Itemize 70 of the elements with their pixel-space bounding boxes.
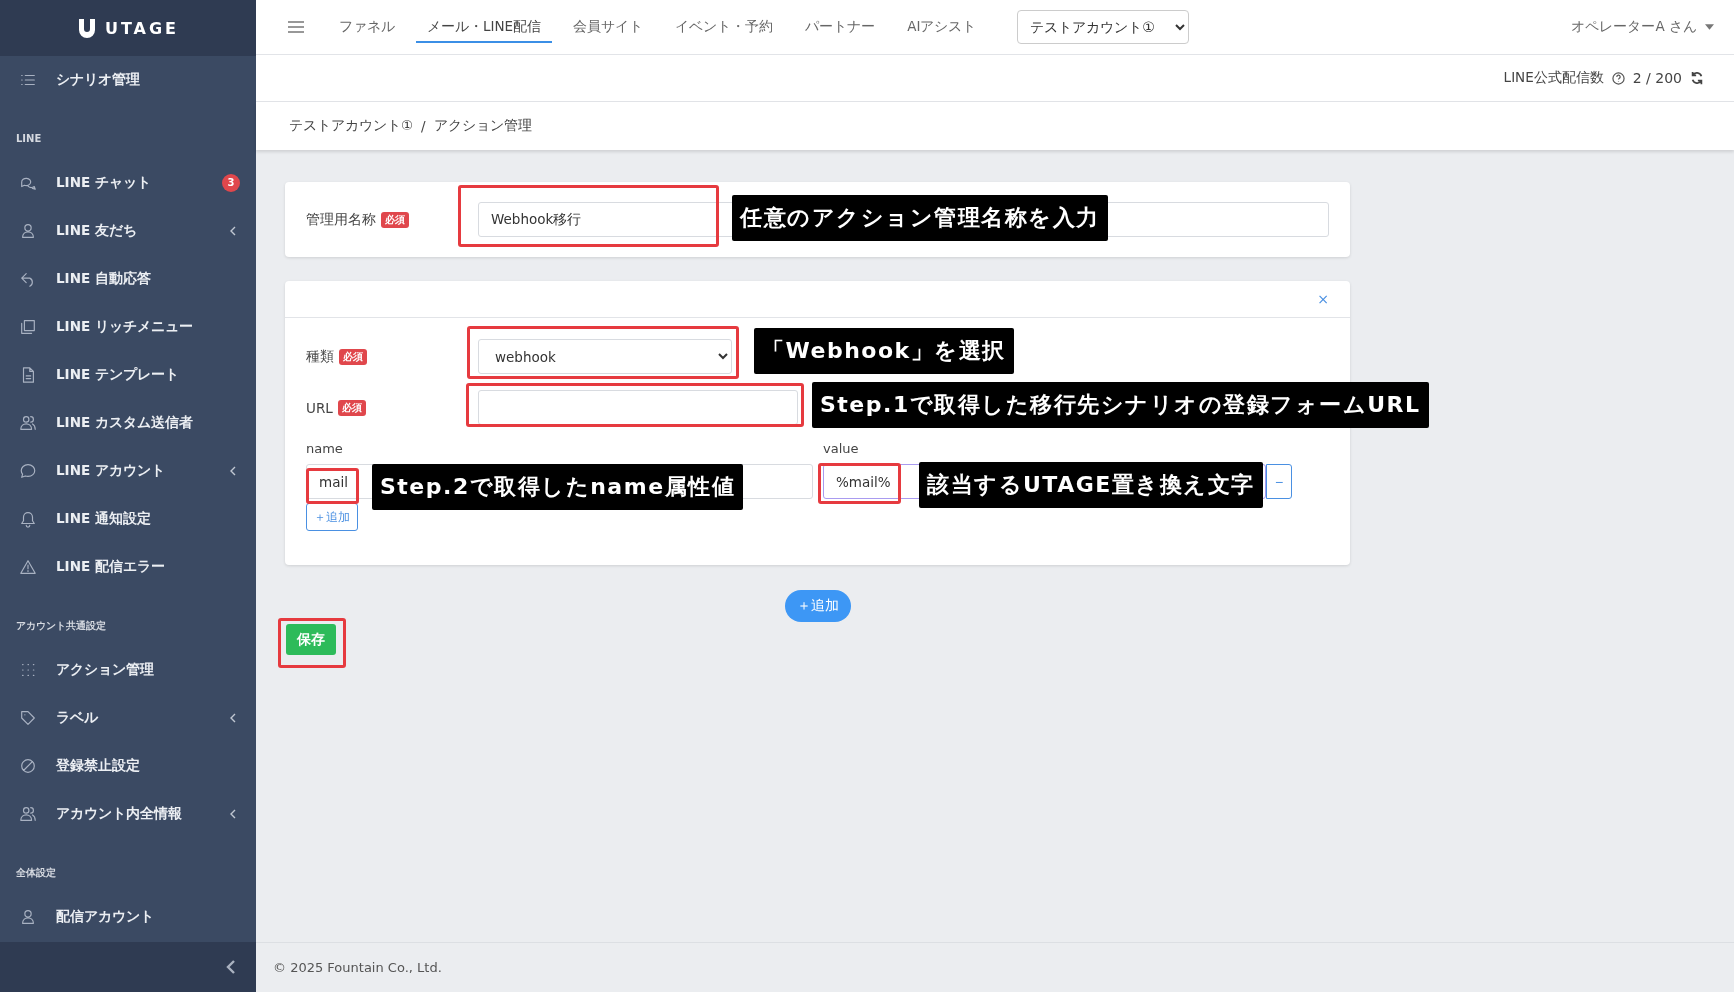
menu-icon	[19, 908, 37, 926]
highlight-frame	[306, 468, 359, 504]
menu-icon[interactable]	[288, 21, 304, 33]
delivery-count: 2 / 200	[1632, 70, 1682, 86]
sidebar-item[interactable]: LINE テンプレート	[0, 351, 256, 399]
column-label: value	[823, 441, 860, 456]
menu-icon	[19, 661, 37, 679]
annotation-tooltip: Step.2で取得したname属性値	[372, 464, 744, 510]
url-input[interactable]	[478, 390, 798, 425]
menu-icon	[19, 318, 37, 336]
sidebar-item[interactable]: LINE チャット 3	[0, 159, 256, 207]
menu-icon	[19, 805, 37, 823]
nav-tab[interactable]: 会員サイト	[562, 11, 655, 43]
nav-tab[interactable]: パートナー	[794, 11, 887, 43]
sidebar-item[interactable]: アカウント内全情報	[0, 790, 256, 838]
section-heading: LINE	[15, 132, 43, 146]
sidebar-item[interactable]: アクション管理	[0, 646, 256, 694]
caret-icon[interactable]	[1705, 24, 1714, 30]
menu-icon	[19, 709, 37, 727]
nav-tab[interactable]: ファネル	[328, 11, 406, 43]
annotation-tooltip: 任意のアクション管理名称を入力	[732, 195, 1108, 241]
add-param-button[interactable]: ＋追加	[306, 503, 358, 531]
delivery-count-label: LINE公式配信数	[1503, 69, 1604, 87]
sidebar-item[interactable]: 登録禁止設定	[0, 742, 256, 790]
breadcrumb-item[interactable]: テストアカウント①	[289, 117, 414, 135]
copyright: © 2025 Fountain Co., Ltd.	[273, 960, 442, 975]
sidebar-item[interactable]: LINE 自動応答	[0, 255, 256, 303]
nav-tab[interactable]: メール・LINE配信	[416, 11, 553, 43]
collapse-icon[interactable]	[226, 959, 236, 975]
required-badge: 必須	[339, 348, 367, 365]
sidebar-item[interactable]: LINE アカウント	[0, 447, 256, 495]
section-heading: 全体設定	[15, 866, 57, 880]
menu-icon	[19, 462, 37, 480]
required-badge: 必須	[337, 399, 366, 416]
type-select[interactable]: webhook	[478, 339, 732, 374]
user-menu[interactable]: オペレーターA さん	[1571, 18, 1697, 36]
breadcrumb-separator: /	[421, 118, 426, 134]
sidebar-item[interactable]: シナリオ管理	[0, 56, 256, 104]
highlight-frame	[278, 618, 346, 668]
annotation-tooltip: Step.1で取得した移行先シナリオの登録フォームURL	[812, 382, 1429, 428]
menu-icon	[19, 757, 37, 775]
nav-tab[interactable]: AIアシスト	[896, 11, 988, 43]
sidebar-item[interactable]: ラベル	[0, 694, 256, 742]
menu-icon	[19, 510, 37, 528]
breadcrumb-item: アクション管理	[433, 117, 532, 135]
menu-icon	[19, 414, 37, 432]
count-badge: 3	[222, 174, 240, 192]
logo-icon	[76, 17, 97, 39]
field-label: 種類	[306, 347, 334, 366]
required-badge: 必須	[381, 211, 409, 228]
help-icon[interactable]	[1611, 71, 1625, 85]
account-select[interactable]: テストアカウント①	[1017, 10, 1190, 44]
logo-text: UTAGE	[104, 18, 180, 38]
refresh-icon[interactable]	[1690, 71, 1704, 85]
sidebar-item[interactable]: LINE 配信エラー	[0, 543, 256, 591]
nav-tab[interactable]: イベント・予約	[664, 11, 785, 43]
column-label: name	[306, 441, 344, 456]
sidebar-item[interactable]: LINE 友だち	[0, 207, 256, 255]
annotation-tooltip: 該当するUTAGE置き換え文字	[919, 462, 1263, 508]
close-button[interactable]: ×	[1317, 291, 1329, 307]
menu-icon	[19, 558, 37, 576]
field-label: URL	[306, 399, 333, 416]
field-label: 管理用名称	[306, 210, 376, 229]
sidebar-item[interactable]: 配信アカウント	[0, 893, 256, 941]
sidebar-item[interactable]: LINE カスタム送信者	[0, 399, 256, 447]
sidebar-item[interactable]: LINE リッチメニュー	[0, 303, 256, 351]
sidebar-item[interactable]: LINE 通知設定	[0, 495, 256, 543]
section-heading: アカウント共通設定	[15, 619, 107, 633]
menu-icon	[19, 222, 37, 240]
annotation-tooltip: 「Webhook」を選択	[754, 328, 1014, 374]
